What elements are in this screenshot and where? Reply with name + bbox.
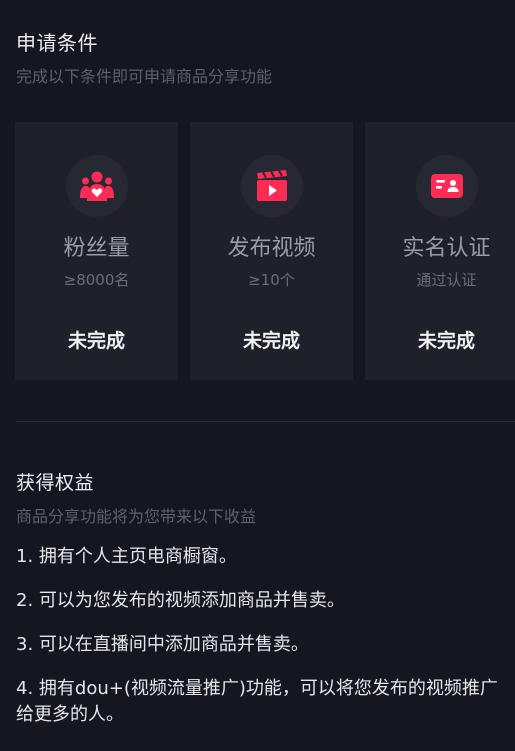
condition-requirement: ≥8000名 [63, 271, 130, 289]
condition-name: 粉丝量 [63, 236, 130, 261]
condition-status: 未完成 [417, 330, 475, 352]
benefit-item: 3. 可以在直播间中添加商品并售卖。 [16, 634, 309, 655]
benefit-item: 1. 拥有个人主页电商橱窗。 [16, 546, 237, 567]
condition-status: 未完成 [242, 330, 300, 352]
benefits-title: 获得权益 [16, 472, 95, 494]
condition-requirement: 通过认证 [416, 271, 477, 289]
condition-card-fans[interactable]: 粉丝量 ≥8000名 未完成 [15, 122, 178, 380]
conditions-cards: 粉丝量 ≥8000名 未完成 发布视频 ≥10个 未完成 实名认证 通过认证 未… [15, 122, 515, 380]
video-icon [240, 155, 303, 217]
condition-name: 实名认证 [402, 236, 491, 261]
benefits-list: 1. 拥有个人主页电商橱窗。 2. 可以为您发布的视频添加商品并售卖。 3. 可… [16, 544, 511, 746]
fans-icon [65, 155, 128, 217]
conditions-subtitle: 完成以下条件即可申请商品分享功能 [16, 67, 273, 86]
condition-name: 发布视频 [227, 236, 316, 261]
id-card-icon [415, 155, 478, 217]
commerce-apply-page: 申请条件 完成以下条件即可申请商品分享功能 粉丝量 ≥8000名 未完成 发布视… [0, 0, 515, 751]
condition-card-video[interactable]: 发布视频 ≥10个 未完成 [190, 122, 353, 380]
benefit-item: 2. 可以为您发布的视频添加商品并售卖。 [16, 590, 345, 611]
section-divider [16, 421, 515, 422]
conditions-title: 申请条件 [16, 31, 98, 55]
condition-card-realname[interactable]: 实名认证 通过认证 未完成 [365, 122, 515, 380]
benefits-subtitle: 商品分享功能将为您带来以下收益 [16, 507, 257, 526]
benefit-item: 4. 拥有dou+(视频流量推广)功能，可以将您发布的视频推广给更多的人。 [16, 678, 498, 725]
condition-requirement: ≥10个 [248, 271, 295, 289]
condition-status: 未完成 [67, 330, 125, 352]
